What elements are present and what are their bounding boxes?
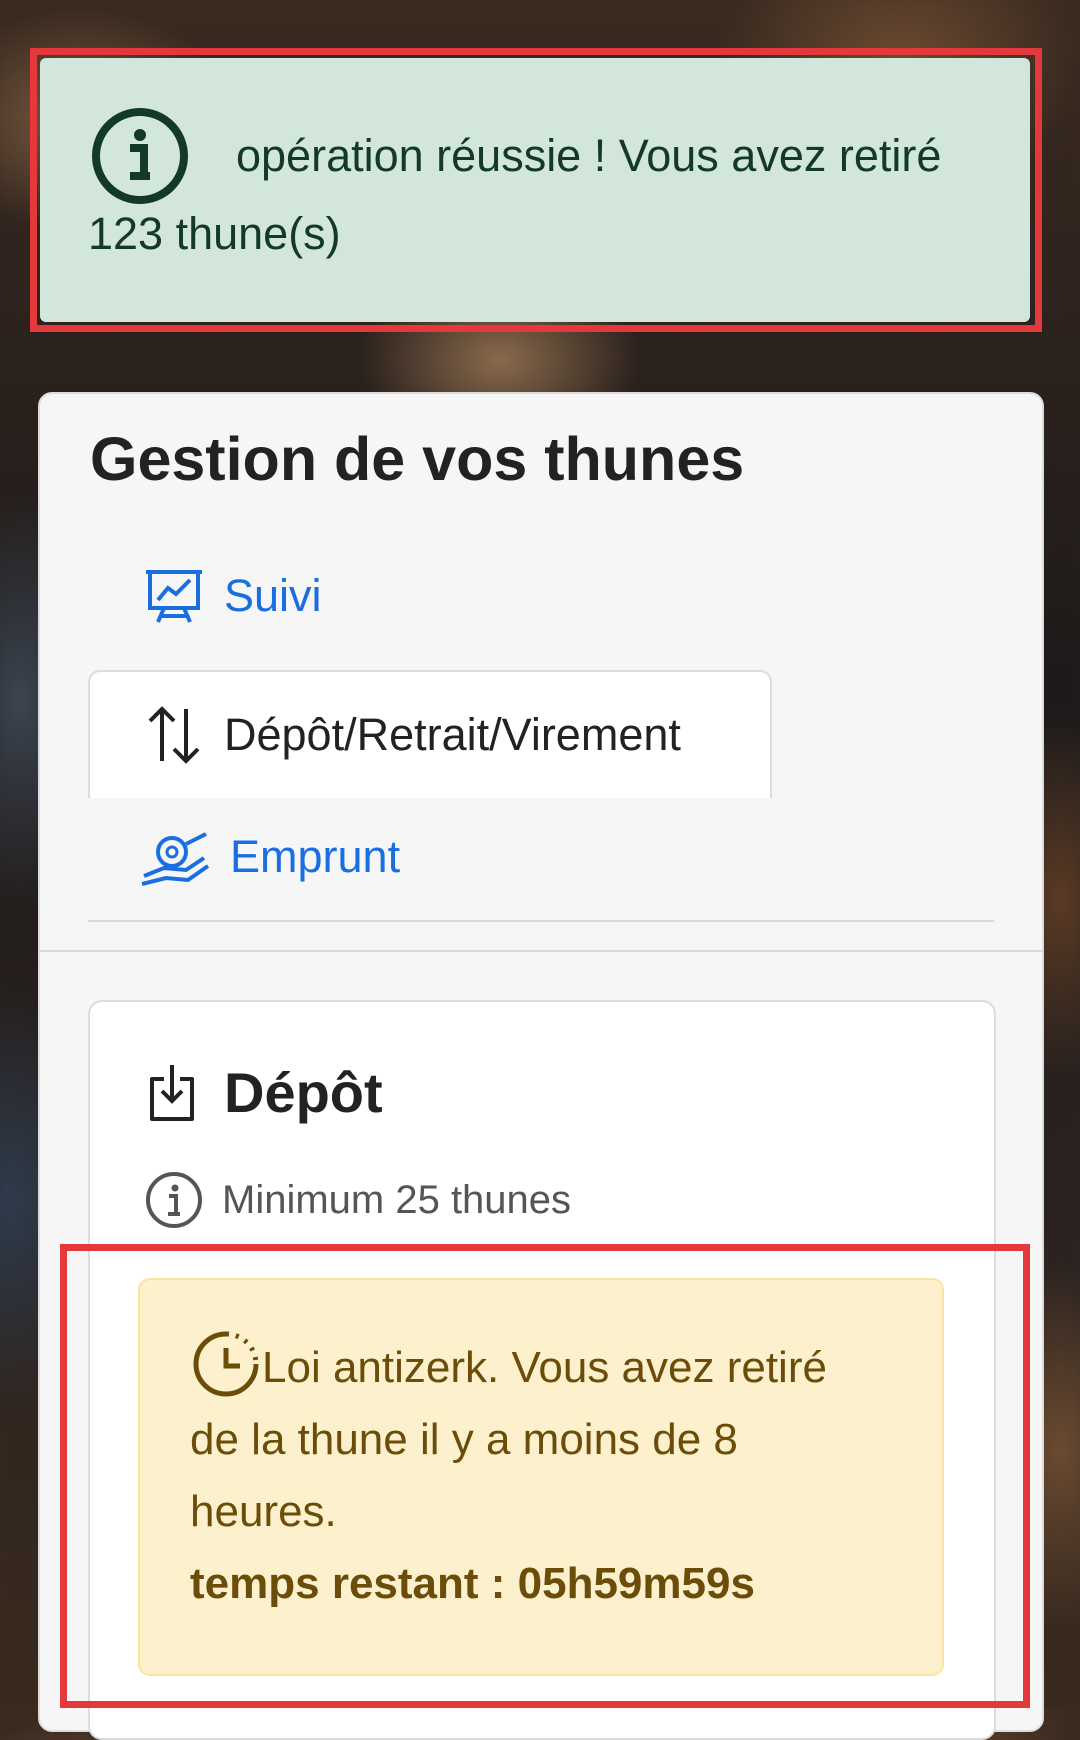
card-header-divider (40, 950, 1042, 952)
minimum-text: Minimum 25 thunes (222, 1177, 572, 1222)
success-message: opération réussie ! Vous avez retiré (236, 130, 942, 182)
page-title: Gestion de vos thunes (90, 425, 745, 493)
presentation-chart-icon (146, 570, 202, 623)
warning-text-line1: Loi antizerk. Vous avez retiré (262, 1343, 827, 1392)
money-management-card: Gestion de vos thunes Suivi Dépôt/Retrai… (38, 392, 1044, 1740)
arrows-up-down-icon (148, 706, 200, 764)
tab-depot-label: Dépôt/Retrait/Virement (224, 709, 681, 760)
tabs-underline (88, 920, 994, 922)
tab-suivi[interactable]: Suivi (144, 566, 322, 626)
tab-suivi-label: Suivi (224, 570, 322, 621)
antizerk-warning: Loi antizerk. Vous avez retiré de la thu… (138, 1278, 944, 1676)
tab-depot-retrait-virement[interactable]: Dépôt/Retrait/Virement (88, 670, 772, 798)
info-circle-icon (146, 1172, 202, 1228)
tab-emprunt-label: Emprunt (230, 831, 401, 882)
depot-heading: Dépôt (146, 1060, 383, 1125)
remaining-time: temps restant : 05h59m59s (190, 1559, 755, 1608)
tab-emprunt[interactable]: Emprunt (140, 824, 400, 890)
success-message-amount: 123 thune(s) (88, 208, 341, 260)
warning-text-line3: heures. (190, 1487, 337, 1536)
clock-icon (193, 1331, 259, 1397)
hand-coin-icon (141, 832, 210, 886)
success-alert: opération réussie ! Vous avez retiré 123… (40, 58, 1030, 322)
warning-text-line2: de la thune il y a moins de 8 (190, 1415, 738, 1464)
depot-title: Dépôt (224, 1061, 383, 1124)
depot-panel: Dépôt Minimum 25 thunes Loi antizerk. Vo… (88, 1000, 996, 1740)
info-circle-icon (88, 104, 192, 208)
minimum-info: Minimum 25 thunes (144, 1170, 571, 1230)
download-box-icon (150, 1064, 194, 1121)
